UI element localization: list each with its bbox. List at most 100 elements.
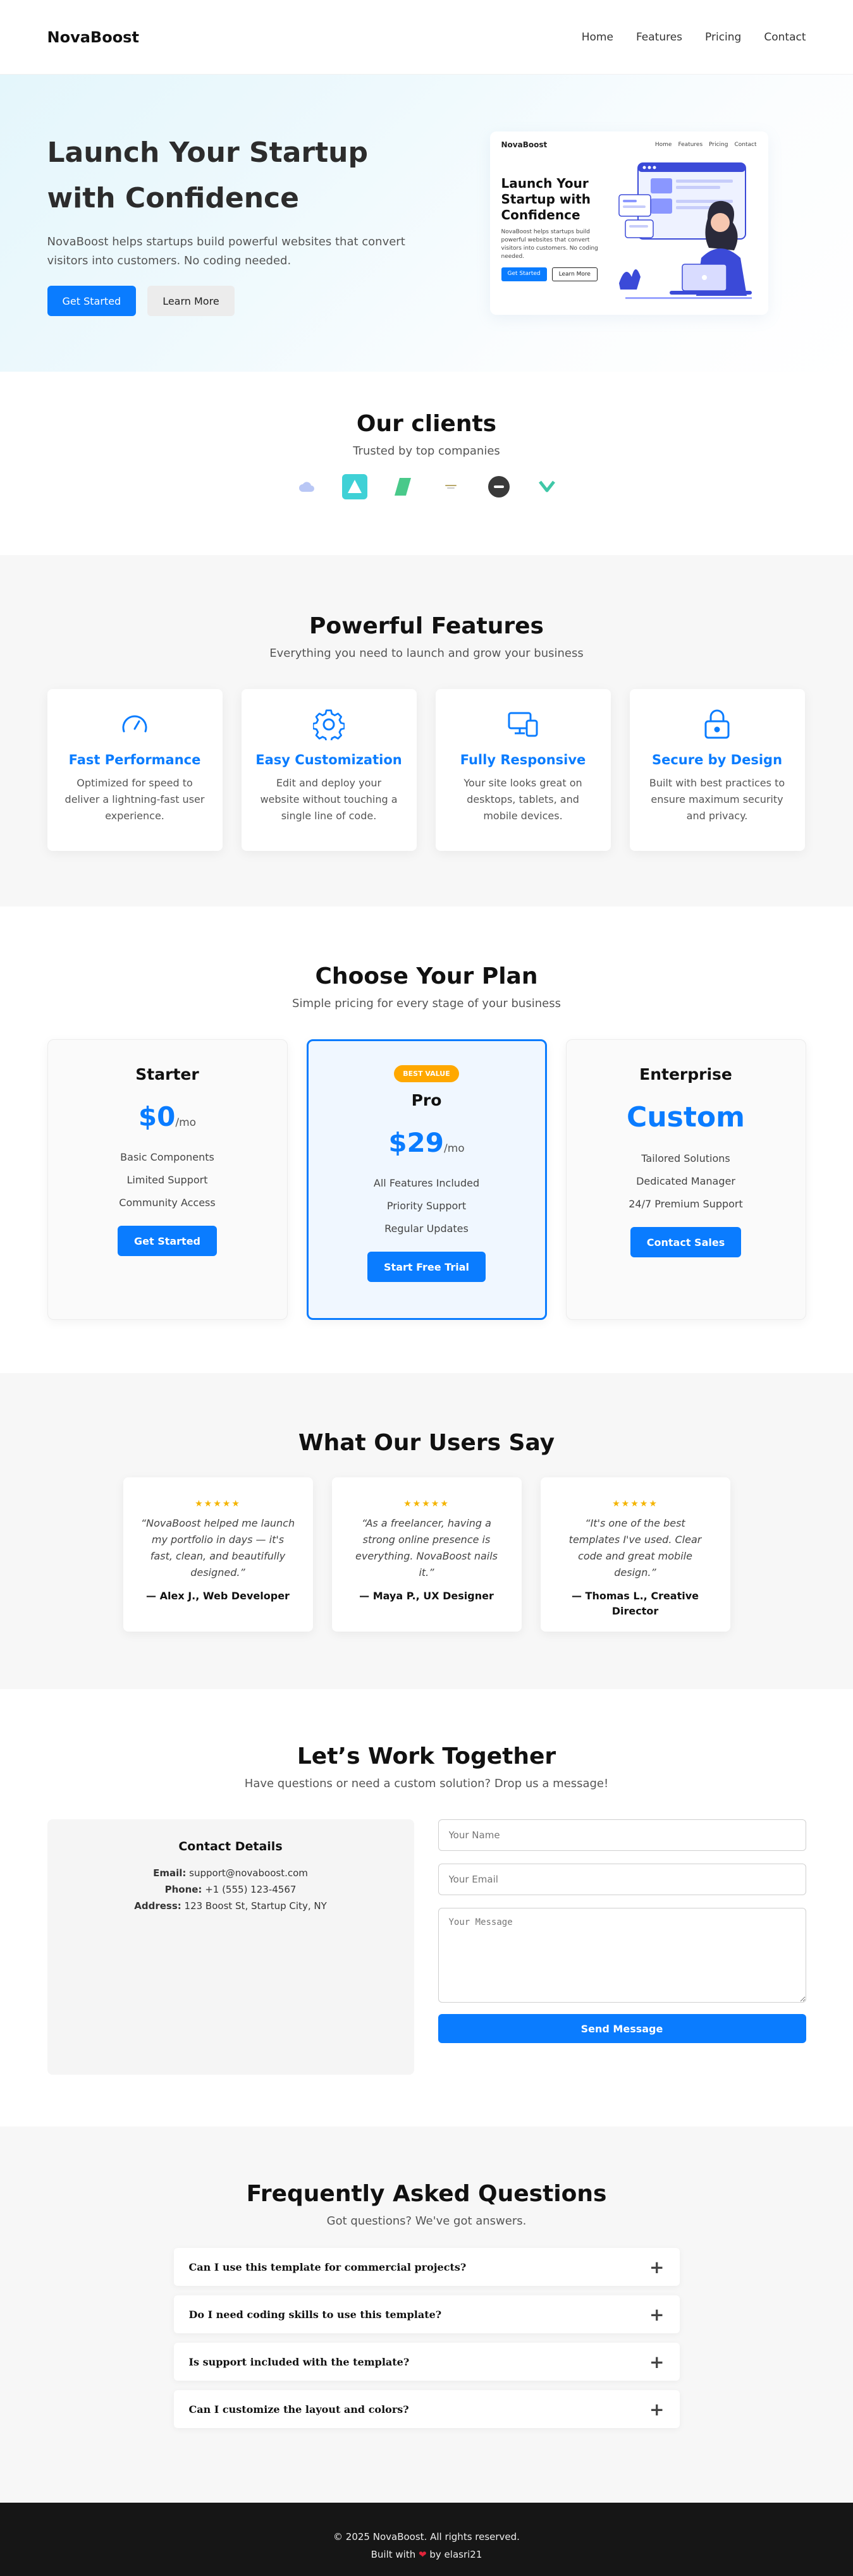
illustration-nav-pricing: Pricing	[709, 142, 728, 148]
hero-text: Launch Your Startup with Confidence Nova…	[47, 130, 427, 316]
contact-title: Let’s Work Together	[297, 1743, 556, 1769]
faq-item[interactable]: Is support included with the template? +	[173, 2343, 680, 2381]
plus-icon[interactable]: +	[649, 2399, 664, 2420]
plan-card-starter: Starter $0/mo Basic Components Limited S…	[47, 1039, 288, 1320]
plan-price: Custom	[627, 1101, 745, 1133]
contact-subtitle: Have questions or need a custom solution…	[244, 1777, 609, 1790]
star-rating-icon: ★★★★★	[195, 1499, 241, 1509]
send-message-button[interactable]: Send Message	[438, 2014, 806, 2043]
plan-price: $29/mo	[388, 1127, 465, 1158]
pricing-title: Choose Your Plan	[315, 963, 538, 989]
hero-subtitle: NovaBoost helps startups build powerful …	[47, 235, 405, 267]
speedometer-icon	[61, 707, 209, 742]
nav-link-contact[interactable]: Contact	[764, 31, 806, 44]
contact-form: Send Message	[438, 1819, 806, 2075]
faq-item[interactable]: Can I customize the layout and colors? +	[173, 2390, 680, 2428]
person-with-laptop-illustration	[618, 162, 752, 299]
star-rating-icon: ★★★★★	[403, 1499, 450, 1509]
faq-question: Can I customize the layout and colors?	[188, 2403, 409, 2415]
plus-icon[interactable]: +	[649, 2304, 664, 2325]
illustration-learn-more: Learn More	[551, 267, 598, 281]
learn-more-button[interactable]: Learn More	[147, 286, 235, 316]
parallelogram-logo-icon	[390, 474, 415, 499]
nav-links: Home Features Pricing Contact	[582, 31, 806, 44]
contact-email: Email: support@novaboost.com	[153, 1867, 308, 1879]
plus-icon[interactable]: +	[649, 2352, 664, 2372]
nav-link-pricing[interactable]: Pricing	[705, 31, 741, 44]
illustration-get-started: Get Started	[501, 267, 547, 281]
faq-item[interactable]: Can I use this template for commercial p…	[173, 2248, 680, 2286]
feature-description: Your site looks great on desktops, table…	[463, 777, 582, 822]
testimonial-card: ★★★★★ “NovaBoost helped me launch my por…	[123, 1477, 313, 1632]
author-link[interactable]: by elasri21	[429, 2549, 482, 2560]
best-value-badge: BEST VALUE	[394, 1065, 459, 1082]
contact-details-panel: Contact Details Email: support@novaboost…	[47, 1819, 414, 2075]
email-field[interactable]	[438, 1864, 806, 1895]
faq-question: Do I need coding skills to use this temp…	[188, 2308, 442, 2321]
plan-feature: Basic Components	[120, 1151, 214, 1163]
testimonial-author: — Thomas L., Creative Director	[571, 1590, 699, 1617]
nav-link-home[interactable]: Home	[582, 31, 613, 44]
navbar: NovaBoost Home Features Pricing Contact	[0, 0, 853, 75]
name-field[interactable]	[438, 1819, 806, 1851]
testimonial-quote: “NovaBoost helped me launch my portfolio…	[140, 1517, 295, 1578]
testimonial-author: — Maya P., UX Designer	[359, 1590, 494, 1602]
pricing-section: Choose Your Plan Simple pricing for ever…	[0, 906, 853, 1373]
plan-features: Basic Components Limited Support Communi…	[48, 1146, 287, 1214]
devices-icon	[450, 707, 597, 742]
contact-section: Let’s Work Together Have questions or ne…	[0, 1689, 853, 2127]
plan-feature: All Features Included	[373, 1177, 480, 1189]
feature-title: Fast Performance	[68, 752, 201, 767]
feature-card: Secure by Design Built with best practic…	[629, 689, 805, 851]
starter-get-started-button[interactable]: Get Started	[117, 1226, 217, 1256]
plus-icon[interactable]: +	[649, 2257, 664, 2278]
feature-card: Easy Customization Edit and deploy your …	[241, 689, 417, 851]
feature-title: Fully Responsive	[460, 752, 586, 767]
nav-link-features[interactable]: Features	[636, 31, 682, 44]
feature-title: Easy Customization	[255, 752, 402, 767]
features-subtitle: Everything you need to launch and grow y…	[269, 647, 584, 660]
hero-title: Launch Your Startup with Confidence	[47, 137, 368, 214]
faq-question: Can I use this template for commercial p…	[188, 2261, 467, 2273]
contact-sales-button[interactable]: Contact Sales	[630, 1227, 742, 1257]
testimonial-quote: “It's one of the best templates I've use…	[568, 1517, 702, 1578]
message-field[interactable]	[438, 1908, 806, 2003]
feature-description: Optimized for speed to deliver a lightni…	[64, 777, 205, 822]
testimonial-card: ★★★★★ “As a freelancer, having a strong …	[331, 1477, 522, 1632]
faq-section: Frequently Asked Questions Got questions…	[0, 2127, 853, 2503]
plan-feature: Priority Support	[386, 1200, 467, 1212]
plan-card-pro: BEST VALUE Pro $29/mo All Features Inclu…	[306, 1039, 547, 1320]
feature-description: Edit and deploy your website without tou…	[260, 777, 398, 822]
footer-credit: Built with ❤ by elasri21	[371, 2549, 482, 2560]
faq-question: Is support included with the template?	[188, 2355, 410, 2368]
get-started-button[interactable]: Get Started	[47, 286, 137, 316]
feature-card: Fully Responsive Your site looks great o…	[435, 689, 611, 851]
plan-feature: Community Access	[119, 1197, 216, 1209]
hero-illustration: NovaBoost Home Features Pricing Contact …	[489, 131, 768, 315]
clients-subtitle: Trusted by top companies	[353, 444, 500, 458]
client-logos	[0, 474, 853, 499]
testimonial-card: ★★★★★ “It's one of the best templates I'…	[540, 1477, 730, 1632]
chevron-logo-icon	[534, 474, 560, 499]
illustration-nav-features: Features	[678, 142, 703, 148]
faq-item[interactable]: Do I need coding skills to use this temp…	[173, 2295, 680, 2333]
feature-card: Fast Performance Optimized for speed to …	[47, 689, 223, 851]
heart-icon: ❤	[419, 2549, 427, 2560]
illustration-subtitle: NovaBoost helps startups build powerful …	[501, 229, 598, 260]
faq-subtitle: Got questions? We've got answers.	[326, 2214, 527, 2228]
plan-feature: Dedicated Manager	[636, 1175, 735, 1187]
circle-minus-logo-icon	[486, 474, 512, 499]
plan-price: $0/mo	[138, 1101, 197, 1132]
hero-section: Launch Your Startup with Confidence Nova…	[0, 75, 853, 372]
start-free-trial-button[interactable]: Start Free Trial	[367, 1252, 486, 1282]
clients-section: Our clients Trusted by top companies	[0, 372, 853, 555]
brand-logo[interactable]: NovaBoost	[47, 28, 139, 46]
plan-feature: Limited Support	[126, 1174, 208, 1186]
testimonial-author: — Alex J., Web Developer	[146, 1590, 290, 1602]
illustration-brand: NovaBoost	[501, 140, 548, 149]
testimonial-quote: “As a freelancer, having a strong online…	[355, 1517, 498, 1578]
illustration-title: Launch Your Startup with Confidence	[501, 176, 591, 223]
contact-address: Address: 123 Boost St, Startup City, NY	[134, 1900, 327, 1912]
footer-copyright: © 2025 NovaBoost. All rights reserved.	[333, 2531, 520, 2542]
features-section: Powerful Features Everything you need to…	[0, 555, 853, 906]
